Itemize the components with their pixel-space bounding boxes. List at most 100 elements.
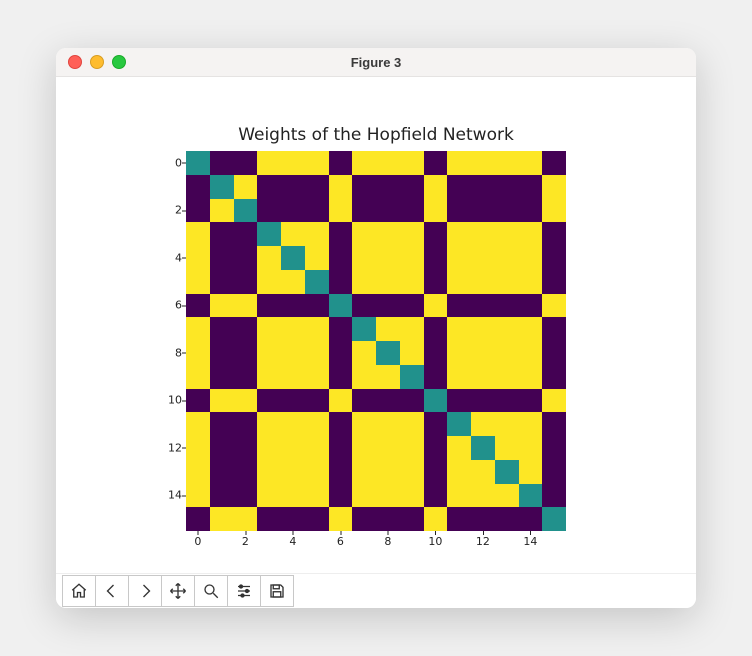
heatmap-cell [519,151,543,175]
heatmap-cell [424,270,448,294]
y-axis-ticks: 02468101214 [156,151,182,531]
heatmap-cell [281,151,305,175]
heatmap-cell [424,389,448,413]
y-tick-label: 12 [156,441,182,454]
heatmap-cell [257,294,281,318]
heatmap-cell [329,412,353,436]
heatmap-cell [424,151,448,175]
heatmap-cell [329,246,353,270]
save-button[interactable] [260,575,294,607]
heatmap-cell [542,484,566,508]
matplotlib-toolbar [56,573,696,608]
heatmap-cell [305,389,329,413]
heatmap-cell [210,222,234,246]
heatmap-cell [210,151,234,175]
heatmap-cell [519,365,543,389]
heatmap-cell [234,175,258,199]
heatmap-cell [352,389,376,413]
heatmap-cell [495,151,519,175]
heatmap-cell [424,222,448,246]
heatmap-cell [329,270,353,294]
heatmap-cell [234,222,258,246]
heatmap-cell [519,436,543,460]
heatmap-cell [257,436,281,460]
heatmap-cell [210,175,234,199]
heatmap-cell [281,175,305,199]
minimize-icon[interactable] [90,55,104,69]
heatmap-cell [542,460,566,484]
heatmap-cell [400,151,424,175]
heatmap-cell [542,270,566,294]
heatmap-cell [400,412,424,436]
heatmap-cell [495,270,519,294]
heatmap-cell [186,175,210,199]
heatmap-cell [281,199,305,223]
heatmap-cell [352,365,376,389]
heatmap-cell [281,365,305,389]
heatmap-cell [305,199,329,223]
heatmap-cell [376,317,400,341]
heatmap-cell [400,389,424,413]
heatmap-cell [186,199,210,223]
heatmap-cell [376,175,400,199]
heatmap-cell [305,175,329,199]
heatmap-cell [542,389,566,413]
heatmap-cell [376,484,400,508]
heatmap-cell [424,199,448,223]
x-tick-label: 2 [242,535,249,548]
close-icon[interactable] [68,55,82,69]
heatmap-cell [376,151,400,175]
heatmap-cell [495,222,519,246]
heatmap-cell [495,365,519,389]
heatmap-cell [352,484,376,508]
heatmap-cell [210,436,234,460]
heatmap-cell [424,460,448,484]
configure-button[interactable] [227,575,261,607]
heatmap-cell [471,436,495,460]
forward-button[interactable] [128,575,162,607]
heatmap-cell [210,389,234,413]
heatmap-cell [519,484,543,508]
figure-canvas[interactable]: Weights of the Hopfield Network 02468101… [56,77,696,573]
heatmap-cell [352,222,376,246]
heatmap-cell [210,412,234,436]
x-tick-label: 10 [428,535,442,548]
heatmap-cell [186,389,210,413]
home-button[interactable] [62,575,96,607]
heatmap-cell [447,389,471,413]
heatmap-cell [329,484,353,508]
heatmap-cell [447,341,471,365]
heatmap-cell [352,270,376,294]
heatmap-cell [495,246,519,270]
heatmap-cell [234,341,258,365]
heatmap-cell [210,484,234,508]
heatmap-cell [257,507,281,531]
heatmap-cell [447,222,471,246]
y-tick-label: 0 [156,156,182,169]
heatmap-cell [352,294,376,318]
heatmap-cell [424,175,448,199]
heatmap-cell [519,460,543,484]
x-tick-label: 12 [476,535,490,548]
heatmap-cell [376,460,400,484]
heatmap-cell [376,507,400,531]
heatmap-cell [281,460,305,484]
heatmap-cell [471,389,495,413]
pan-button[interactable] [161,575,195,607]
heatmap-cell [257,222,281,246]
back-button[interactable] [95,575,129,607]
heatmap-cell [329,341,353,365]
heatmap-cell [329,222,353,246]
heatmap-cell [447,484,471,508]
heatmap-cell [400,317,424,341]
maximize-icon[interactable] [112,55,126,69]
zoom-button[interactable] [194,575,228,607]
heatmap-cell [329,365,353,389]
heatmap-cell [234,365,258,389]
y-tick-label: 10 [156,394,182,407]
heatmap-cell [471,412,495,436]
heatmap-cell [305,222,329,246]
heatmap-cell [234,389,258,413]
heatmap-cell [376,412,400,436]
heatmap-cell [305,151,329,175]
